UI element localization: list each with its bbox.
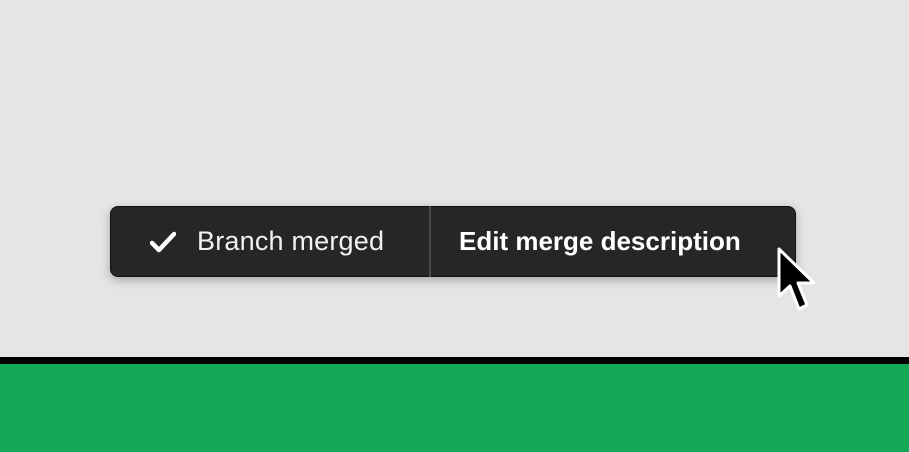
divider-line xyxy=(0,357,909,364)
canvas-area xyxy=(0,0,909,358)
edit-merge-description-button[interactable]: Edit merge description xyxy=(431,207,795,276)
arrow-pointer-icon xyxy=(776,246,824,318)
merge-toast: Branch merged Edit merge description xyxy=(110,206,796,277)
checkmark-icon xyxy=(149,228,177,256)
toast-status: Branch merged xyxy=(111,207,429,276)
toast-message: Branch merged xyxy=(197,226,385,256)
footer-band xyxy=(0,364,909,452)
